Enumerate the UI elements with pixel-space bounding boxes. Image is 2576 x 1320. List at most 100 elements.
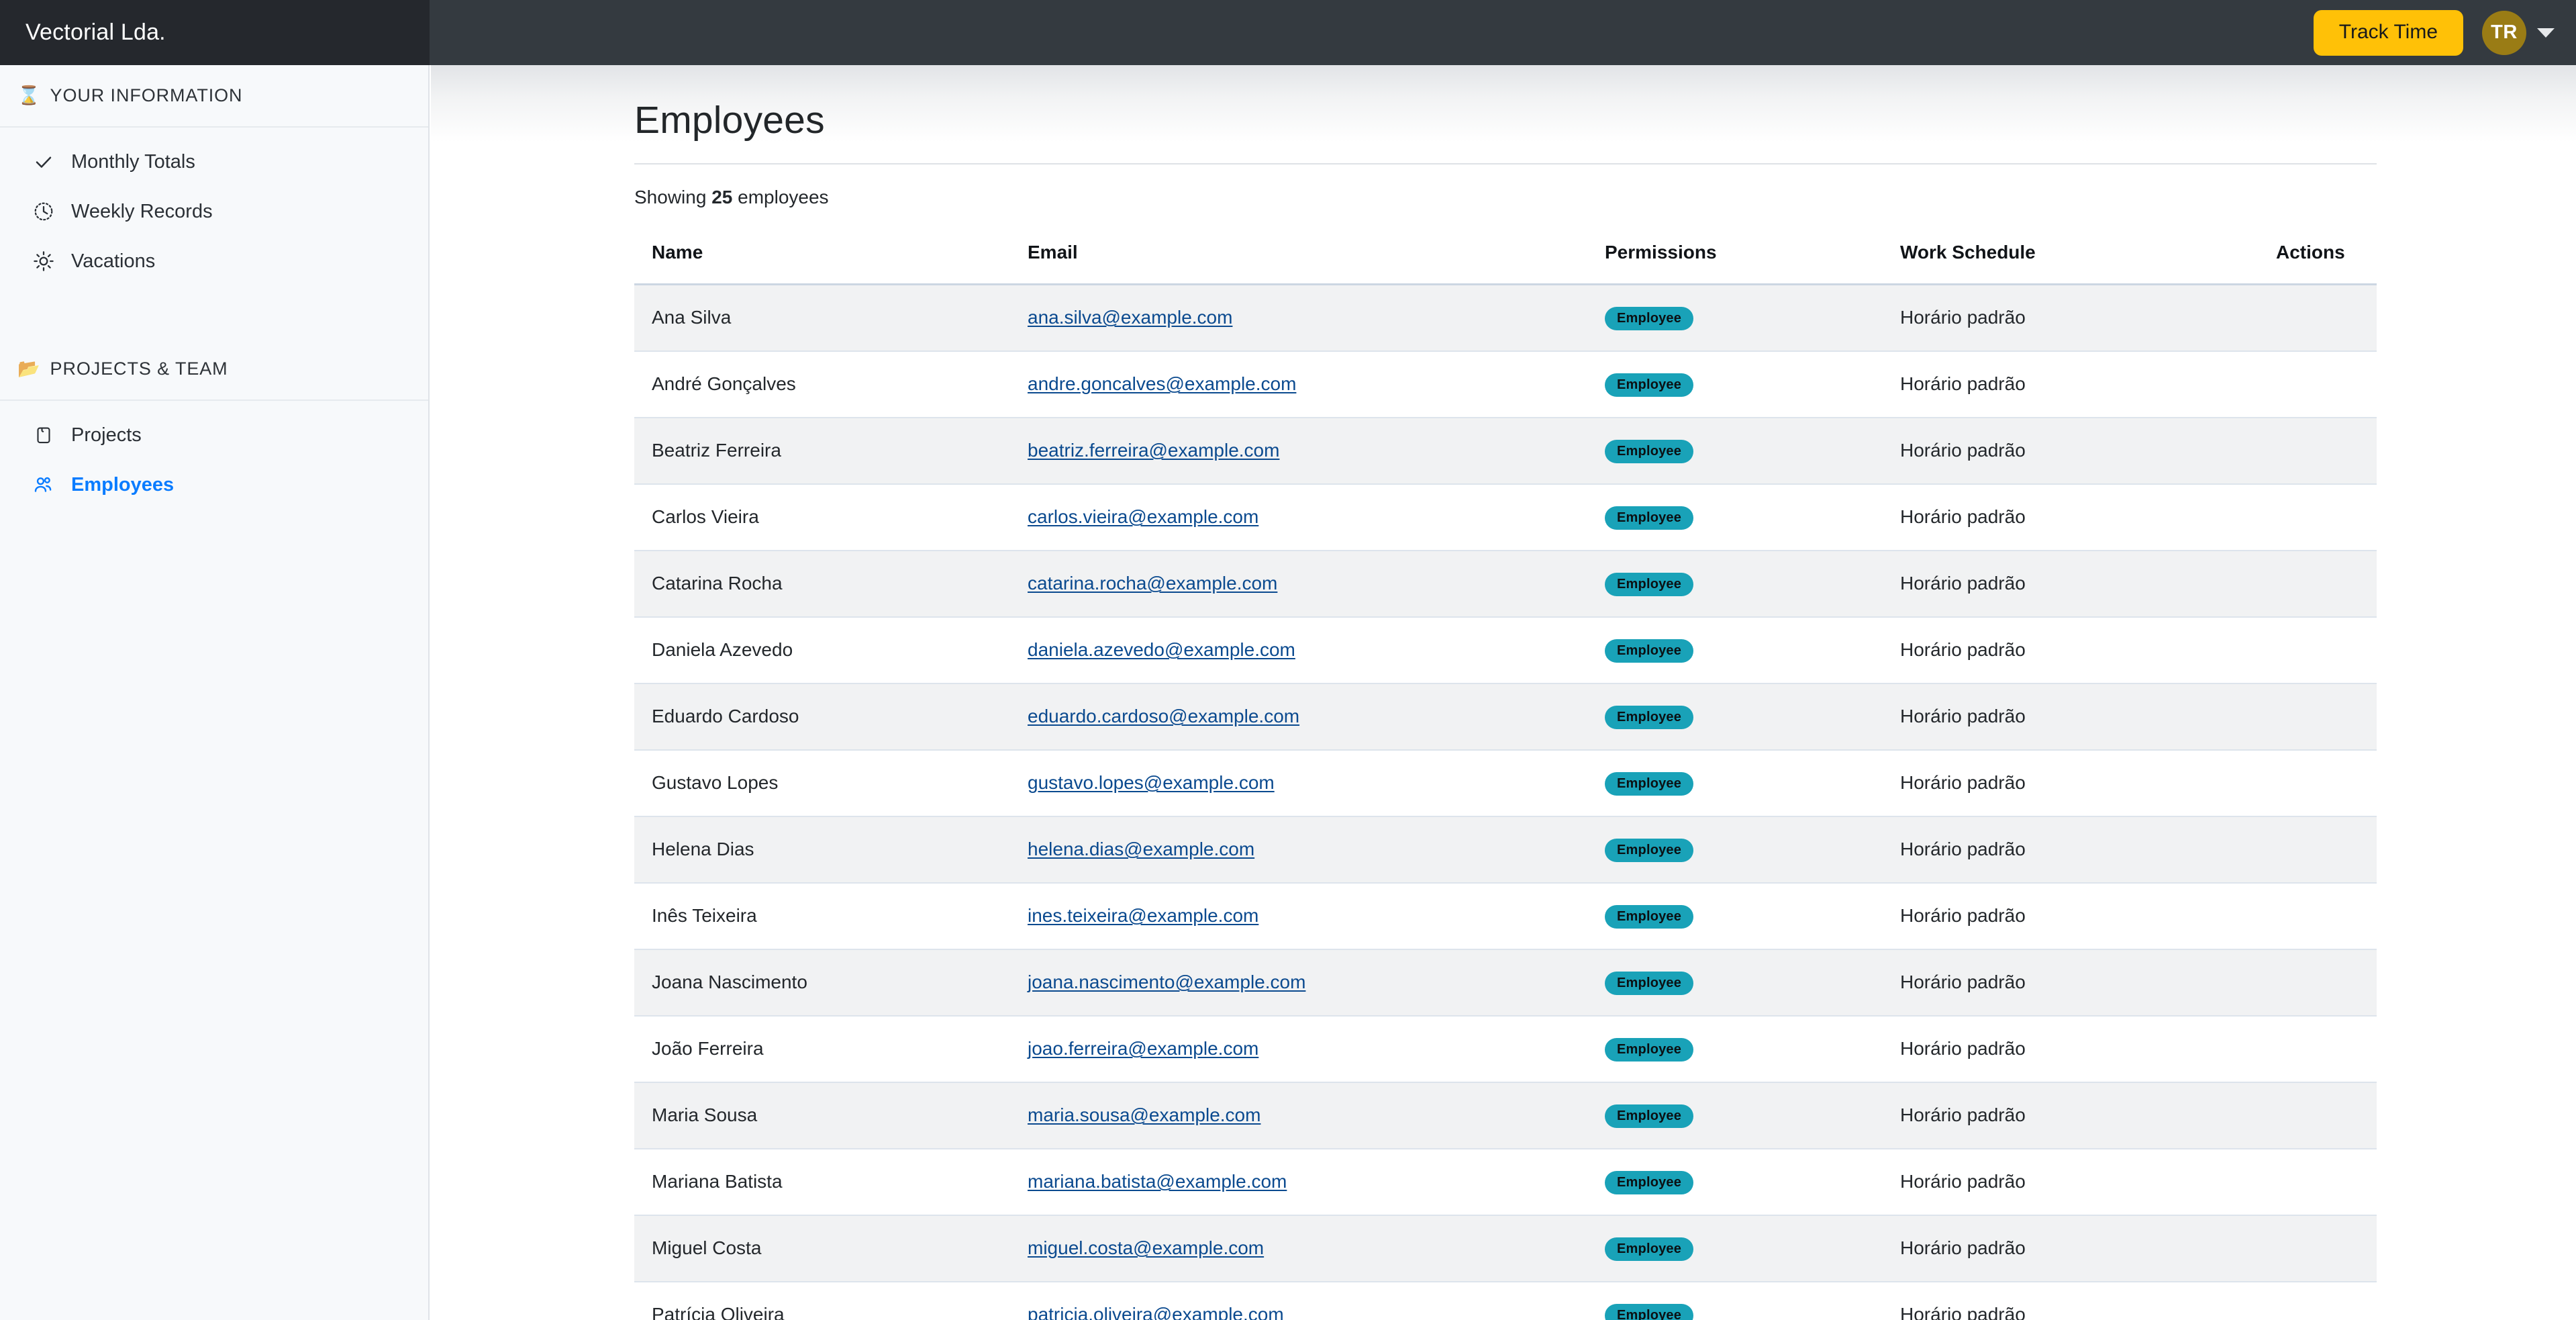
cell-work-schedule: Horário padrão [1883,1148,2259,1216]
avatar: TR [2482,10,2526,55]
cell-name: Miguel Costa [634,1215,1010,1282]
email-link[interactable]: eduardo.cardoso@example.com [1028,706,1299,726]
cell-work-schedule: Horário padrão [1883,949,2259,1017]
permission-badge: Employee [1605,1237,1694,1261]
showing-prefix: Showing [634,186,712,207]
sidebar-item-projects[interactable]: Projects [0,410,428,460]
top-header-bar: Vectorial Lda. Track Time TR [0,0,2576,65]
permission-badge: Employee [1605,1170,1694,1194]
column-header-actions[interactable]: Actions [2259,221,2377,285]
permission-badge: Employee [1605,572,1694,596]
sidebar-item-vacations[interactable]: Vacations [0,236,428,286]
email-link[interactable]: helena.dias@example.com [1028,839,1254,859]
title-divider [634,162,2377,164]
cell-actions[interactable] [2259,1281,2377,1320]
cell-email: eduardo.cardoso@example.com [1010,683,1587,751]
cell-actions[interactable] [2259,483,2377,551]
permission-badge: Employee [1605,506,1694,530]
table-row: Patrícia Oliveira patricia.oliveira@examp… [634,1281,2377,1320]
sidebar-item-label: Vacations [71,250,156,272]
sidebar-list-your-information: Monthly Totals Weekly Records Vacations [0,128,428,301]
page-title: Employees [634,99,825,142]
permission-badge: Employee [1605,1104,1694,1128]
sidebar-section-your-information: ⌛ YOUR INFORMATION [0,65,428,128]
email-link[interactable]: ines.teixeira@example.com [1028,905,1258,926]
cell-email: helena.dias@example.com [1010,816,1587,884]
cell-work-schedule: Horário padrão [1883,417,2259,485]
cell-actions[interactable] [2259,816,2377,884]
column-header-permissions[interactable]: Permissions [1587,221,1883,285]
cell-actions[interactable] [2259,882,2377,950]
cell-name: João Ferreira [634,1015,1010,1083]
cell-name: Patrícia Oliveira [634,1281,1010,1320]
cell-actions[interactable] [2259,350,2377,418]
sidebar-section-projects-team: 📂 PROJECTS & TEAM [0,338,428,401]
permission-badge: Employee [1605,1303,1694,1320]
email-link[interactable]: joana.nascimento@example.com [1028,972,1305,992]
sidebar-item-monthly-totals[interactable]: Monthly Totals [0,137,428,187]
email-link[interactable]: beatriz.ferreira@example.com [1028,440,1279,461]
email-link[interactable]: ana.silva@example.com [1028,307,1232,328]
brand-block[interactable]: Vectorial Lda. [0,0,430,65]
cell-permissions: Employee [1587,1015,1883,1083]
cell-permissions: Employee [1587,350,1883,418]
sidebar: ⌛ YOUR INFORMATION Monthly Totals Weekly… [0,65,430,1320]
email-link[interactable]: maria.sousa@example.com [1028,1104,1260,1125]
cell-actions[interactable] [2259,550,2377,618]
cell-actions[interactable] [2259,749,2377,817]
cell-email: carlos.vieira@example.com [1010,483,1587,551]
email-link[interactable]: carlos.vieira@example.com [1028,506,1258,527]
cell-name: Maria Sousa [634,1082,1010,1149]
cell-actions[interactable] [2259,284,2377,352]
table-head: Name Email Permissions Work Schedule Act… [634,221,2377,285]
cell-actions[interactable] [2259,683,2377,751]
cell-actions[interactable] [2259,616,2377,684]
employees-table: Name Email Permissions Work Schedule Act… [634,221,2377,1320]
table-row: Gustavo Lopes gustavo.lopes@example.com Em… [634,749,2377,817]
track-time-button[interactable]: Track Time [2313,9,2463,56]
email-link[interactable]: patricia.oliveira@example.com [1028,1304,1284,1320]
table-row: Beatriz Ferreira beatriz.ferreira@example… [634,417,2377,485]
sidebar-item-weekly-records[interactable]: Weekly Records [0,187,428,236]
email-link[interactable]: catarina.rocha@example.com [1028,573,1277,594]
cell-name: Eduardo Cardoso [634,683,1010,751]
employees-table-wrapper: Name Email Permissions Work Schedule Act… [634,221,2377,1320]
user-menu[interactable]: TR [2482,10,2555,55]
cell-name: Mariana Batista [634,1148,1010,1216]
cell-email: gustavo.lopes@example.com [1010,749,1587,817]
cell-work-schedule: Horário padrão [1883,284,2259,352]
column-header-name[interactable]: Name [634,221,1010,285]
cell-name: Carlos Vieira [634,483,1010,551]
sidebar-item-employees[interactable]: Employees [0,460,428,510]
folder-icon: 📂 [17,359,41,379]
cell-name: Daniela Azevedo [634,616,1010,684]
email-link[interactable]: joao.ferreira@example.com [1028,1038,1258,1059]
cell-name: Gustavo Lopes [634,749,1010,817]
cell-permissions: Employee [1587,882,1883,950]
chevron-down-icon[interactable] [2537,28,2555,38]
email-link[interactable]: miguel.costa@example.com [1028,1237,1264,1258]
cell-actions[interactable] [2259,949,2377,1017]
column-header-work-schedule[interactable]: Work Schedule [1883,221,2259,285]
cell-work-schedule: Horário padrão [1883,1015,2259,1083]
email-link[interactable]: daniela.azevedo@example.com [1028,639,1295,660]
table-row: Catarina Rocha catarina.rocha@example.com… [634,550,2377,618]
column-header-email[interactable]: Email [1010,221,1587,285]
cell-permissions: Employee [1587,417,1883,485]
cell-email: catarina.rocha@example.com [1010,550,1587,618]
cell-email: joana.nascimento@example.com [1010,949,1587,1017]
brand-title: Vectorial Lda. [26,19,166,45]
cell-actions[interactable] [2259,1015,2377,1083]
email-link[interactable]: andre.goncalves@example.com [1028,373,1296,394]
cell-actions[interactable] [2259,1082,2377,1149]
cell-actions[interactable] [2259,1215,2377,1282]
sidebar-section-label: YOUR INFORMATION [50,85,243,105]
email-link[interactable]: mariana.batista@example.com [1028,1171,1287,1192]
cell-work-schedule: Horário padrão [1883,1281,2259,1320]
email-link[interactable]: gustavo.lopes@example.com [1028,772,1275,793]
people-icon [32,473,55,496]
cell-actions[interactable] [2259,417,2377,485]
cell-name: Beatriz Ferreira [634,417,1010,485]
cell-actions[interactable] [2259,1148,2377,1216]
cell-permissions: Employee [1587,616,1883,684]
